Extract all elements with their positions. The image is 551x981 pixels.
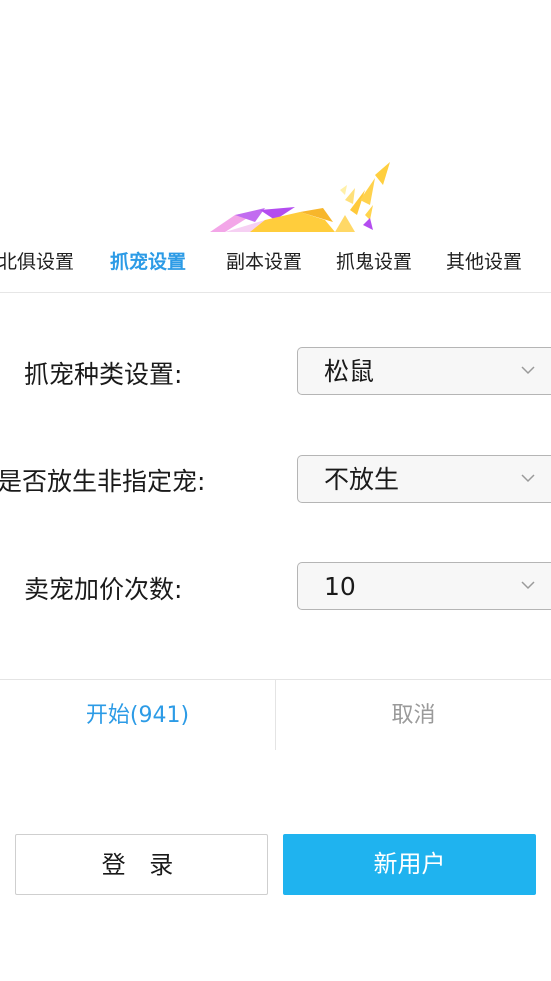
chevron-down-icon bbox=[521, 581, 535, 590]
cancel-button[interactable]: 取消 bbox=[276, 680, 551, 750]
chevron-down-icon bbox=[521, 474, 535, 483]
release-select[interactable]: 不放生 bbox=[297, 455, 551, 503]
tab-other-settings[interactable]: 其他设置 bbox=[446, 240, 522, 288]
tab-dungeon-settings[interactable]: 副本设置 bbox=[226, 240, 302, 288]
tab-pet-capture-settings[interactable]: 抓宠设置 bbox=[110, 240, 186, 288]
banner-graphic bbox=[210, 162, 390, 232]
raise-price-select[interactable]: 10 bbox=[297, 562, 551, 610]
raise-price-label: 卖宠加价次数: bbox=[24, 575, 183, 604]
pet-type-label: 抓宠种类设置: bbox=[24, 360, 183, 389]
dialog-button-bar: 开始(941) 取消 bbox=[0, 679, 551, 750]
chevron-down-icon bbox=[521, 366, 535, 375]
release-value: 不放生 bbox=[324, 465, 400, 494]
pet-type-value: 松鼠 bbox=[324, 357, 375, 386]
release-label: 是否放生非指定宠: bbox=[0, 467, 206, 496]
start-button[interactable]: 开始(941) bbox=[0, 680, 275, 750]
raise-price-value: 10 bbox=[324, 572, 356, 601]
new-user-button[interactable]: 新用户 bbox=[283, 834, 536, 895]
settings-tab-bar: 北俱设置 抓宠设置 副本设置 抓鬼设置 其他设置 bbox=[0, 240, 551, 293]
pet-type-select[interactable]: 松鼠 bbox=[297, 347, 551, 395]
tab-ghost-settings[interactable]: 抓鬼设置 bbox=[336, 240, 412, 288]
tab-beiju-settings[interactable]: 北俱设置 bbox=[0, 240, 74, 288]
login-button[interactable]: 登 录 bbox=[15, 834, 268, 895]
